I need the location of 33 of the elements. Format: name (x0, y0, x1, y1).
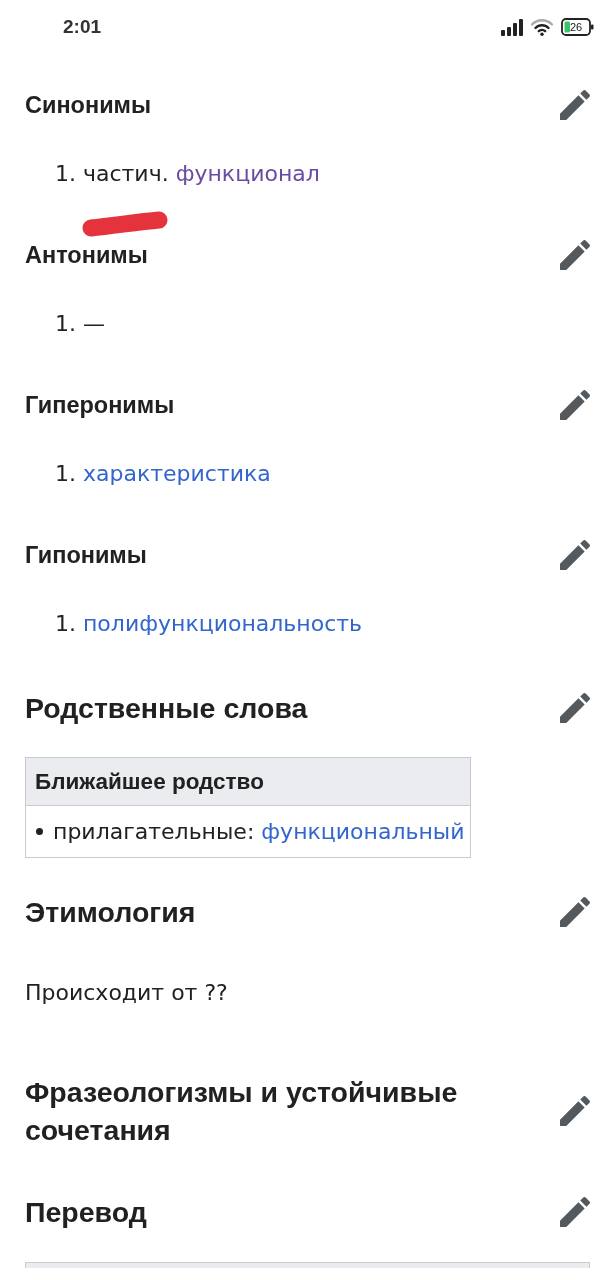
word-link[interactable]: функциональный (261, 819, 465, 844)
pencil-icon[interactable] (560, 90, 590, 120)
wifi-icon (531, 18, 553, 36)
section-heading: Родственные слова (25, 691, 308, 726)
pencil-icon[interactable] (560, 693, 590, 723)
section-heading: Гиперонимы (25, 391, 175, 420)
section-heading: Этимология (25, 895, 196, 930)
word-link[interactable]: характеристика (83, 461, 271, 486)
pencil-icon[interactable] (560, 1096, 590, 1126)
list-item: 1. полифункциональность (55, 610, 363, 638)
battery-icon (561, 18, 594, 36)
section-heading: Фразеологизмы и устойчивые сочетания (25, 1075, 459, 1148)
list-item: 1. — (55, 310, 105, 338)
signal-icon (501, 18, 523, 36)
pencil-icon[interactable] (560, 240, 590, 270)
section-heading: Синонимы (25, 91, 152, 120)
related-words-entry: прилагательные: функциональный (53, 819, 465, 844)
battery-percentage: 26 (570, 20, 583, 34)
table-header: Ближайшее родство (26, 758, 470, 806)
word-link[interactable]: полифункциональность (83, 611, 363, 636)
section-heading: Перевод (25, 1195, 147, 1230)
pencil-icon[interactable] (560, 540, 590, 570)
pencil-icon[interactable] (560, 390, 590, 420)
status-time: 2:01 (63, 16, 102, 38)
etymology-text: Происходит от ?? (25, 979, 228, 1007)
list-item: 1. характеристика (55, 460, 271, 488)
word-link[interactable]: функционал (175, 161, 320, 186)
bullet-icon (36, 828, 43, 835)
list-item: 1. частич. функционал (55, 160, 320, 188)
pencil-icon[interactable] (560, 1197, 590, 1227)
section-heading: Гипонимы (25, 541, 147, 570)
pencil-icon[interactable] (560, 897, 590, 927)
section-heading: Антонимы (25, 241, 148, 270)
